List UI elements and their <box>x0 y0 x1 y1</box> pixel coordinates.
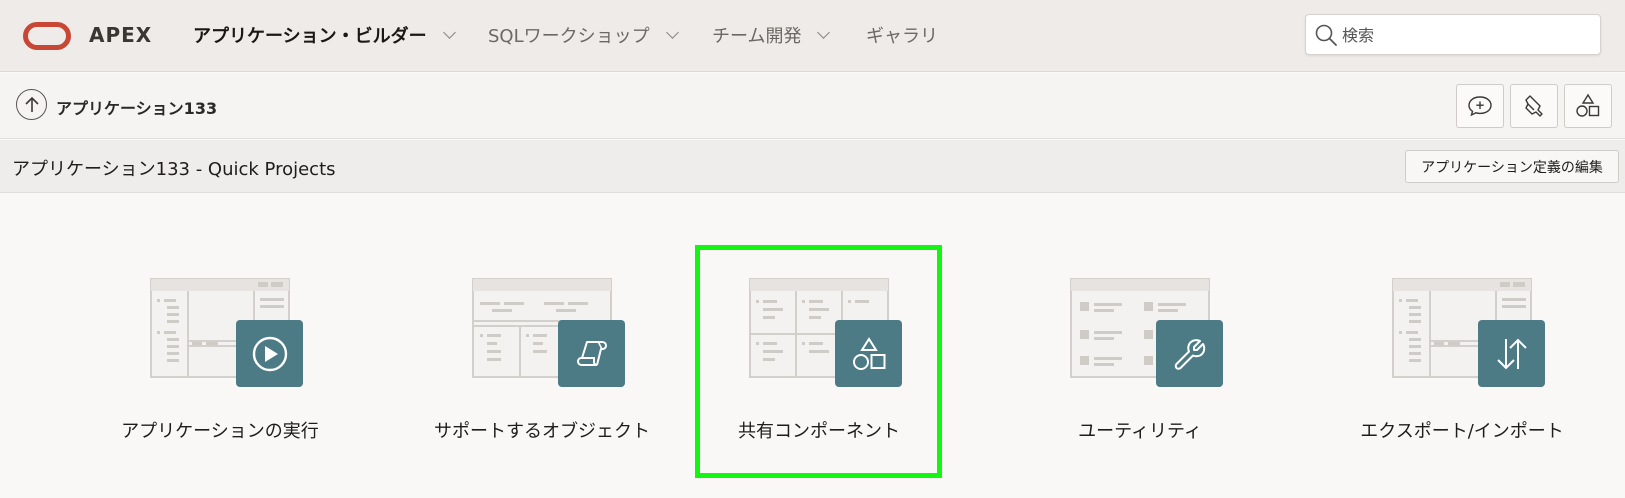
tile-label: ユーティリティ <box>1078 421 1202 442</box>
chevron-down-icon <box>442 26 456 39</box>
nav-gallery[interactable]: ギャラリ <box>866 22 938 48</box>
highlight-frame <box>695 245 942 478</box>
nav-app-builder-label: アプリケーション・ビルダー <box>193 26 427 47</box>
play-icon <box>252 336 287 371</box>
utilities-badge <box>1156 320 1223 387</box>
tile-export-import[interactable]: エクスポート/インポート <box>1342 245 1582 475</box>
search-input[interactable] <box>1342 23 1592 47</box>
nav-app-builder[interactable]: アプリケーション・ビルダー <box>193 22 456 48</box>
debug-icon <box>1525 95 1543 117</box>
breadcrumb-bar: アプリケーション133 <box>0 73 1625 139</box>
tile-label: エクスポート/インポート <box>1360 421 1564 442</box>
shared-components-button[interactable] <box>1564 84 1612 128</box>
transfer-icon <box>1496 338 1527 369</box>
export-import-badge <box>1478 320 1545 387</box>
search-icon <box>1315 24 1337 46</box>
feedback-icon <box>1468 96 1492 117</box>
edit-application-definition-button[interactable]: アプリケーション定義の編集 <box>1405 150 1619 183</box>
nav-sql-workshop-label: SQLワークショップ <box>488 26 650 47</box>
tile-label: サポートするオブジェクト <box>434 421 650 442</box>
shared-components-icon <box>1576 93 1600 117</box>
chevron-down-icon <box>665 26 679 39</box>
tile-label: アプリケーションの実行 <box>121 421 319 442</box>
nav-team-development-label: チーム開発 <box>712 26 802 47</box>
nav-gallery-label: ギャラリ <box>866 26 938 47</box>
supporting-objects-badge <box>558 320 625 387</box>
run-application-badge <box>236 320 303 387</box>
chevron-down-icon <box>817 26 831 39</box>
parent-page-button[interactable] <box>16 89 47 120</box>
arrow-up-icon <box>24 96 39 112</box>
debug-button[interactable] <box>1510 84 1558 128</box>
top-navigation-bar: APEX アプリケーション・ビルダー SQLワークショップ チーム開発 ギャラリ <box>0 0 1625 72</box>
tile-utilities[interactable]: ユーティリティ <box>1020 245 1260 475</box>
apex-brand[interactable]: APEX <box>89 23 152 47</box>
scroll-icon <box>576 340 607 366</box>
wrench-icon <box>1174 338 1205 370</box>
page-title: アプリケーション133 - Quick Projects <box>12 159 336 180</box>
region-header: アプリケーション133 - Quick Projects アプリケーション定義の… <box>0 140 1625 193</box>
tile-supporting-objects[interactable]: サポートするオブジェクト <box>422 245 662 475</box>
feedback-button[interactable] <box>1456 84 1504 128</box>
tile-run-application[interactable]: アプリケーションの実行 <box>100 245 340 475</box>
breadcrumb[interactable]: アプリケーション133 <box>56 95 217 119</box>
nav-sql-workshop[interactable]: SQLワークショップ <box>488 22 679 48</box>
nav-team-development[interactable]: チーム開発 <box>712 22 831 48</box>
search-box[interactable] <box>1305 14 1601 55</box>
oracle-logo[interactable] <box>23 22 71 50</box>
